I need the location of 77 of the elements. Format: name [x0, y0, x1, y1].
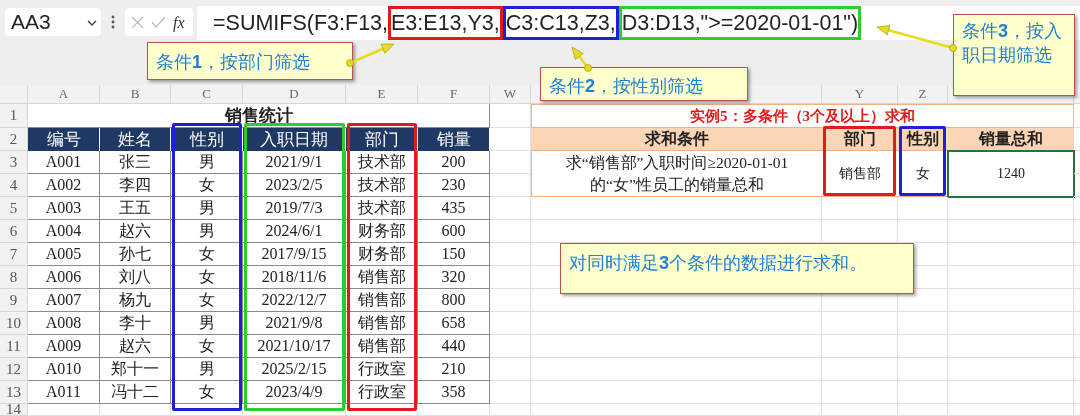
table-cell: 赵六 [100, 220, 171, 243]
table-cell: 李四 [100, 174, 171, 197]
table-cell: 210 [418, 358, 490, 381]
table-cell: 财务部 [346, 243, 418, 266]
table-cell: 230 [418, 174, 490, 197]
table-cell: A008 [28, 312, 100, 335]
header-cell: 姓名 [100, 128, 171, 151]
table-title: 销售统计 [224, 104, 293, 127]
table-cell: 2022/12/7 [243, 289, 346, 312]
table-cell: 杨九 [100, 289, 171, 312]
table-cell: 刘八 [100, 266, 171, 289]
table-cell: 女 [171, 335, 243, 358]
table-cell: 男 [171, 151, 243, 174]
example-title: 实例5：多条件（3个及以上）求和 [690, 106, 915, 126]
table-cell: A009 [28, 335, 100, 358]
table-cell: 435 [418, 197, 490, 220]
table-cell: A001 [28, 151, 100, 174]
table-cell: 800 [418, 289, 490, 312]
table-cell: 320 [418, 266, 490, 289]
table-cell: 孙七 [100, 243, 171, 266]
table-cell: 200 [418, 151, 490, 174]
table-cell: 男 [171, 358, 243, 381]
table-cell: 150 [418, 243, 490, 266]
table-cell: 销售部 [346, 289, 418, 312]
callout-tooltip: 对同时满足3个条件的数据进行求和。 [560, 243, 914, 294]
table-cell: 2018/11/6 [243, 266, 346, 289]
table-cell: 440 [418, 335, 490, 358]
table-cell: 李十 [100, 312, 171, 335]
table-cell: 2025/2/15 [243, 358, 346, 381]
table-cell: 358 [418, 381, 490, 404]
table-cell: 销售部 [346, 335, 418, 358]
header-cell: 销量总和 [948, 128, 1074, 151]
table-cell: 2024/6/1 [243, 220, 346, 243]
table-cell: 2021/9/1 [243, 151, 346, 174]
table-cell: 女 [171, 289, 243, 312]
callout-tooltip: 条件3，按入职日期筛选 [953, 14, 1075, 96]
header-cell: 销量 [418, 128, 490, 151]
table-cell: 技术部 [346, 151, 418, 174]
table-cell: 女 [171, 381, 243, 404]
table-cell: 2021/9/8 [243, 312, 346, 335]
table-cell: 2023/2/5 [243, 174, 346, 197]
table-cell: 600 [418, 220, 490, 243]
table-cell: A006 [28, 266, 100, 289]
table-cell: A002 [28, 174, 100, 197]
table-cell: 行政室 [346, 358, 418, 381]
table-cell: 技术部 [346, 197, 418, 220]
table-cell: 男 [171, 220, 243, 243]
table-cell: 女 [171, 243, 243, 266]
table-cell: 赵六 [100, 335, 171, 358]
table-cell: 女 [171, 174, 243, 197]
table-cell: A011 [28, 381, 100, 404]
callout-tooltip: 条件1，按部门筛选 [147, 42, 353, 80]
table-cell: 郑十一 [100, 358, 171, 381]
callout-tooltip: 条件2，按性别筛选 [540, 67, 748, 101]
table-cell: 技术部 [346, 174, 418, 197]
table-cell: 女 [171, 266, 243, 289]
table-cell: 男 [171, 312, 243, 335]
table-cell: 销售部 [346, 266, 418, 289]
table-cell: A005 [28, 243, 100, 266]
table-cell: A003 [28, 197, 100, 220]
table-cell: 张三 [100, 151, 171, 174]
table-cell: 男 [171, 197, 243, 220]
table-cell: 财务部 [346, 220, 418, 243]
table-cell: 2019/7/3 [243, 197, 346, 220]
header-cell: 求和条件 [531, 128, 822, 151]
table-cell: 销售部 [346, 312, 418, 335]
header-cell: 编号 [28, 128, 100, 151]
table-cell: 王五 [100, 197, 171, 220]
table-cell: A007 [28, 289, 100, 312]
table-cell: 2021/10/17 [243, 335, 346, 358]
table-cell: 行政室 [346, 381, 418, 404]
table-cell: A004 [28, 220, 100, 243]
table-cell: 冯十二 [100, 381, 171, 404]
table-cell: 658 [418, 312, 490, 335]
table-cell: A010 [28, 358, 100, 381]
table-cell: 2017/9/15 [243, 243, 346, 266]
table-cell: 2023/4/9 [243, 381, 346, 404]
